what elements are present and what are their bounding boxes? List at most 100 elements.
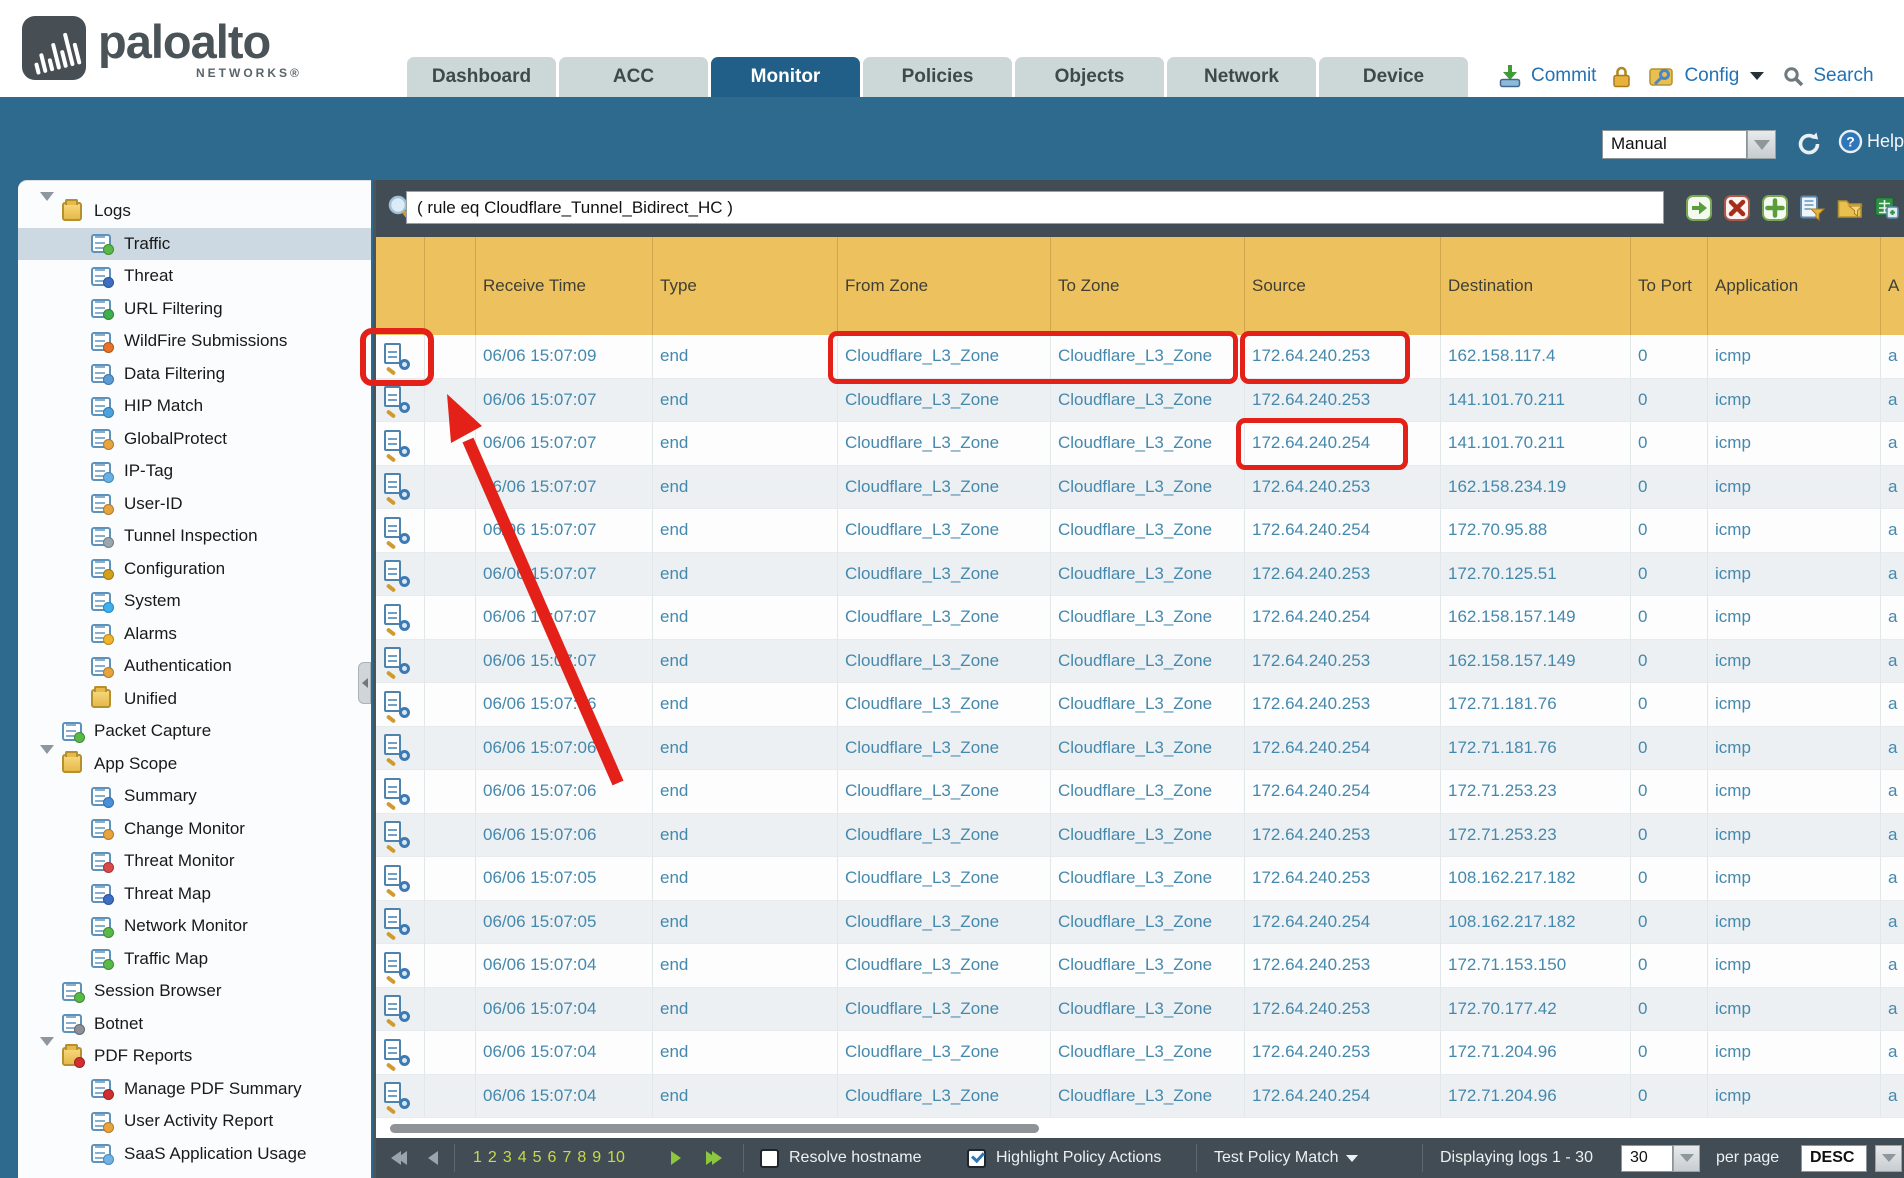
cell-to-port[interactable]: 0 [1631,596,1708,640]
log-details-icon[interactable] [384,865,408,892]
sidebar-item-manage-pdf-summary[interactable]: Manage PDF Summary [18,1073,371,1106]
sidebar-item-globalprotect[interactable]: GlobalProtect [18,423,371,456]
sidebar-item-pdf-reports[interactable]: PDF Reports [18,1040,371,1073]
cell-from-zone[interactable]: Cloudflare_L3_Zone [838,683,1051,727]
sidebar-item-traffic-map[interactable]: Traffic Map [18,943,371,976]
sidebar-item-authentication[interactable]: Authentication [18,650,371,683]
cell-action[interactable]: a [1881,422,1904,466]
clear-filter-icon[interactable] [1724,195,1750,221]
cell-to-zone[interactable]: Cloudflare_L3_Zone [1051,553,1245,597]
cell-application[interactable]: icmp [1708,988,1881,1032]
log-details-icon[interactable] [384,430,408,457]
cell-receive-time[interactable]: 06/06 15:07:07 [476,596,653,640]
sidebar-item-packet-capture[interactable]: Packet Capture [18,715,371,748]
cell-to-zone[interactable]: Cloudflare_L3_Zone [1051,640,1245,684]
cell-to-port[interactable]: 0 [1631,857,1708,901]
search-button[interactable]: Search [1813,65,1873,87]
cell-from-zone[interactable]: Cloudflare_L3_Zone [838,770,1051,814]
cell-destination[interactable]: 141.101.70.211 [1441,422,1631,466]
cell-to-zone[interactable]: Cloudflare_L3_Zone [1051,857,1245,901]
cell-application[interactable]: icmp [1708,857,1881,901]
first-page-button[interactable] [391,1138,407,1178]
log-details-icon[interactable] [384,734,408,761]
cell-destination[interactable]: 172.71.204.96 [1441,1075,1631,1119]
log-details-icon[interactable] [384,995,408,1022]
log-details-icon[interactable] [384,821,408,848]
sidebar-item-user-activity-report[interactable]: User Activity Report [18,1105,371,1138]
tab-acc[interactable]: ACC [559,57,708,97]
cell-destination[interactable]: 162.158.157.149 [1441,640,1631,684]
last-page-button[interactable] [706,1138,722,1178]
commit-mode-caret-icon[interactable] [1747,130,1776,159]
cell-application[interactable]: icmp [1708,553,1881,597]
cell-action[interactable]: a [1881,509,1904,553]
cell-source[interactable]: 172.64.240.253 [1245,1031,1441,1075]
cell-source[interactable]: 172.64.240.253 [1245,814,1441,858]
cell-to-port[interactable]: 0 [1631,988,1708,1032]
cell-to-zone[interactable]: Cloudflare_L3_Zone [1051,988,1245,1032]
sort-order-select[interactable]: DESC [1801,1145,1867,1172]
next-page-button[interactable] [671,1138,681,1178]
cell-to-zone[interactable]: Cloudflare_L3_Zone [1051,466,1245,510]
cell-destination[interactable]: 162.158.157.149 [1441,596,1631,640]
cell-source[interactable]: 172.64.240.253 [1245,640,1441,684]
cell-receive-time[interactable]: 06/06 15:07:04 [476,1031,653,1075]
cell-type[interactable]: end [653,553,838,597]
cell-from-zone[interactable]: Cloudflare_L3_Zone [838,509,1051,553]
cell-from-zone[interactable]: Cloudflare_L3_Zone [838,422,1051,466]
column-header-application[interactable]: Application [1708,237,1881,335]
sidebar-item-traffic[interactable]: Traffic [18,228,371,261]
cell-to-port[interactable]: 0 [1631,379,1708,423]
log-details-icon[interactable] [384,952,408,979]
cell-action[interactable]: a [1881,683,1904,727]
cell-from-zone[interactable]: Cloudflare_L3_Zone [838,596,1051,640]
page-number-6[interactable]: 6 [548,1149,557,1167]
cell-from-zone[interactable]: Cloudflare_L3_Zone [838,1075,1051,1119]
cell-to-port[interactable]: 0 [1631,640,1708,684]
cell-from-zone[interactable]: Cloudflare_L3_Zone [838,727,1051,771]
cell-action[interactable]: a [1881,944,1904,988]
cell-application[interactable]: icmp [1708,727,1881,771]
export-logs-icon[interactable] [1873,195,1899,221]
cell-from-zone[interactable]: Cloudflare_L3_Zone [838,335,1051,379]
help-button[interactable]: ? Help [1838,129,1904,154]
cell-type[interactable]: end [653,770,838,814]
log-details-icon[interactable] [384,647,408,674]
cell-to-port[interactable]: 0 [1631,901,1708,945]
resolve-hostname-checkbox[interactable] [760,1149,779,1168]
sidebar-item-unified[interactable]: Unified [18,683,371,716]
sidebar-item-system[interactable]: System [18,585,371,618]
cell-receive-time[interactable]: 06/06 15:07:06 [476,727,653,771]
column-header-destination[interactable]: Destination [1441,237,1631,335]
cell-type[interactable]: end [653,683,838,727]
cell-destination[interactable]: 172.70.125.51 [1441,553,1631,597]
commit-mode-select[interactable]: Manual [1602,130,1747,159]
cell-to-port[interactable]: 0 [1631,335,1708,379]
cell-type[interactable]: end [653,901,838,945]
cell-receive-time[interactable]: 06/06 15:07:07 [476,553,653,597]
refresh-icon[interactable] [1795,130,1823,158]
page-number-9[interactable]: 9 [592,1149,601,1167]
page-number-1[interactable]: 1 [473,1149,482,1167]
log-details-icon[interactable] [384,1039,408,1066]
log-details-icon[interactable] [384,778,408,805]
cell-receive-time[interactable]: 06/06 15:07:09 [476,335,653,379]
cell-source[interactable]: 172.64.240.253 [1245,335,1441,379]
cell-action[interactable]: a [1881,379,1904,423]
cell-action[interactable]: a [1881,466,1904,510]
cell-source[interactable]: 172.64.240.253 [1245,466,1441,510]
cell-destination[interactable]: 172.71.181.76 [1441,727,1631,771]
sidebar-item-threat[interactable]: Threat [18,260,371,293]
tab-monitor[interactable]: Monitor [711,57,860,97]
cell-to-port[interactable]: 0 [1631,553,1708,597]
config-button[interactable]: Config [1684,65,1739,87]
cell-from-zone[interactable]: Cloudflare_L3_Zone [838,466,1051,510]
cell-from-zone[interactable]: Cloudflare_L3_Zone [838,814,1051,858]
cell-destination[interactable]: 162.158.234.19 [1441,466,1631,510]
cell-receive-time[interactable]: 06/06 15:07:04 [476,1075,653,1119]
cell-action[interactable]: a [1881,814,1904,858]
cell-destination[interactable]: 162.158.117.4 [1441,335,1631,379]
config-caret-icon[interactable] [1750,72,1764,80]
tab-dashboard[interactable]: Dashboard [407,57,556,97]
sidebar-item-ip-tag[interactable]: IP-Tag [18,455,371,488]
